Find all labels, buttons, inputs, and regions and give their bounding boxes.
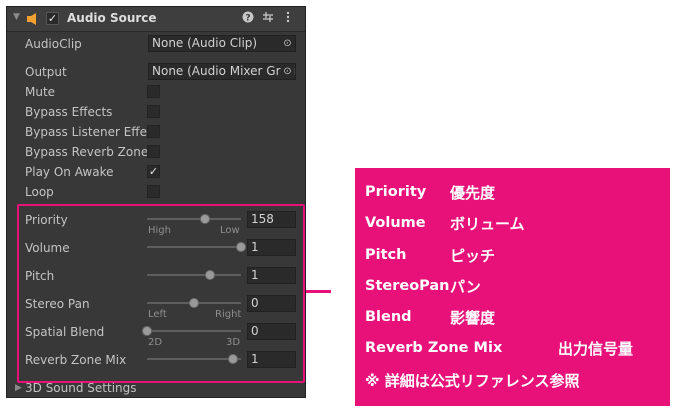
audio-clip-value: None (Audio Clip)	[152, 36, 258, 50]
component-title: Audio Source	[67, 11, 157, 25]
callout-term: Reverb Zone Mix	[365, 340, 503, 356]
play-on-awake-checkbox[interactable]: ✓	[147, 165, 160, 178]
audio-source-inspector: ▼ ✓ Audio Source ? AudioClip None (Audio…	[6, 6, 306, 398]
audio-clip-label: AudioClip	[25, 37, 82, 51]
callout-meaning: ピッチ	[450, 247, 496, 265]
callout-term: Priority	[365, 184, 427, 200]
callout-term: Pitch	[365, 247, 407, 263]
callout-meaning: パン	[450, 278, 481, 296]
output-field[interactable]: None (Audio Mixer Grou ⊙	[148, 63, 296, 80]
foldout-arrow-icon[interactable]: ▶	[15, 383, 22, 393]
callout-term: Volume	[365, 215, 426, 231]
slider-group-highlight	[17, 204, 305, 383]
callout-term: StereoPan	[365, 278, 450, 294]
svg-text:?: ?	[245, 14, 250, 24]
help-icon[interactable]: ?	[241, 11, 255, 25]
bypass-reverb-label: Bypass Reverb Zones	[25, 145, 150, 159]
3d-sound-settings-label: 3D Sound Settings	[25, 381, 137, 395]
component-header[interactable]: ▼ ✓ Audio Source ?	[7, 7, 305, 32]
audio-source-icon	[27, 13, 36, 25]
loop-label: Loop	[25, 185, 54, 199]
callout-meaning: 影響度	[450, 309, 496, 327]
play-on-awake-label: Play On Awake	[25, 165, 114, 179]
bypass-listener-checkbox[interactable]	[147, 125, 160, 138]
explanation-callout: Priority 優先度 Volume ボリューム Pitch ピッチ Ster…	[355, 168, 670, 406]
bypass-reverb-checkbox[interactable]	[147, 145, 160, 158]
3d-sound-settings-foldout[interactable]: ▶ 3D Sound Settings	[7, 381, 305, 397]
output-label: Output	[25, 65, 67, 79]
bypass-effects-checkbox[interactable]	[147, 105, 160, 118]
mute-checkbox[interactable]	[147, 85, 160, 98]
bypass-effects-label: Bypass Effects	[25, 105, 113, 119]
preset-icon[interactable]	[261, 11, 275, 25]
mute-label: Mute	[25, 85, 56, 99]
bypass-listener-label: Bypass Listener Effec	[25, 125, 150, 139]
callout-note: ※ 詳細は公式リファレンス参照	[365, 372, 580, 390]
output-value: None (Audio Mixer Grou	[152, 64, 296, 78]
callout-term: Blend	[365, 309, 412, 325]
kebab-menu-icon[interactable]	[281, 11, 295, 25]
callout-meaning: 優先度	[450, 184, 496, 202]
callout-meaning: ボリューム	[450, 215, 525, 233]
callout-meaning: 出力信号量	[558, 340, 634, 358]
loop-checkbox[interactable]	[147, 185, 160, 198]
audio-clip-field[interactable]: None (Audio Clip) ⊙	[148, 35, 296, 52]
foldout-arrow-icon[interactable]: ▼	[13, 12, 20, 22]
callout-connector	[306, 290, 331, 293]
component-enabled-checkbox[interactable]: ✓	[46, 12, 59, 25]
object-picker-icon[interactable]: ⊙	[281, 37, 294, 50]
object-picker-icon[interactable]: ⊙	[281, 65, 294, 78]
